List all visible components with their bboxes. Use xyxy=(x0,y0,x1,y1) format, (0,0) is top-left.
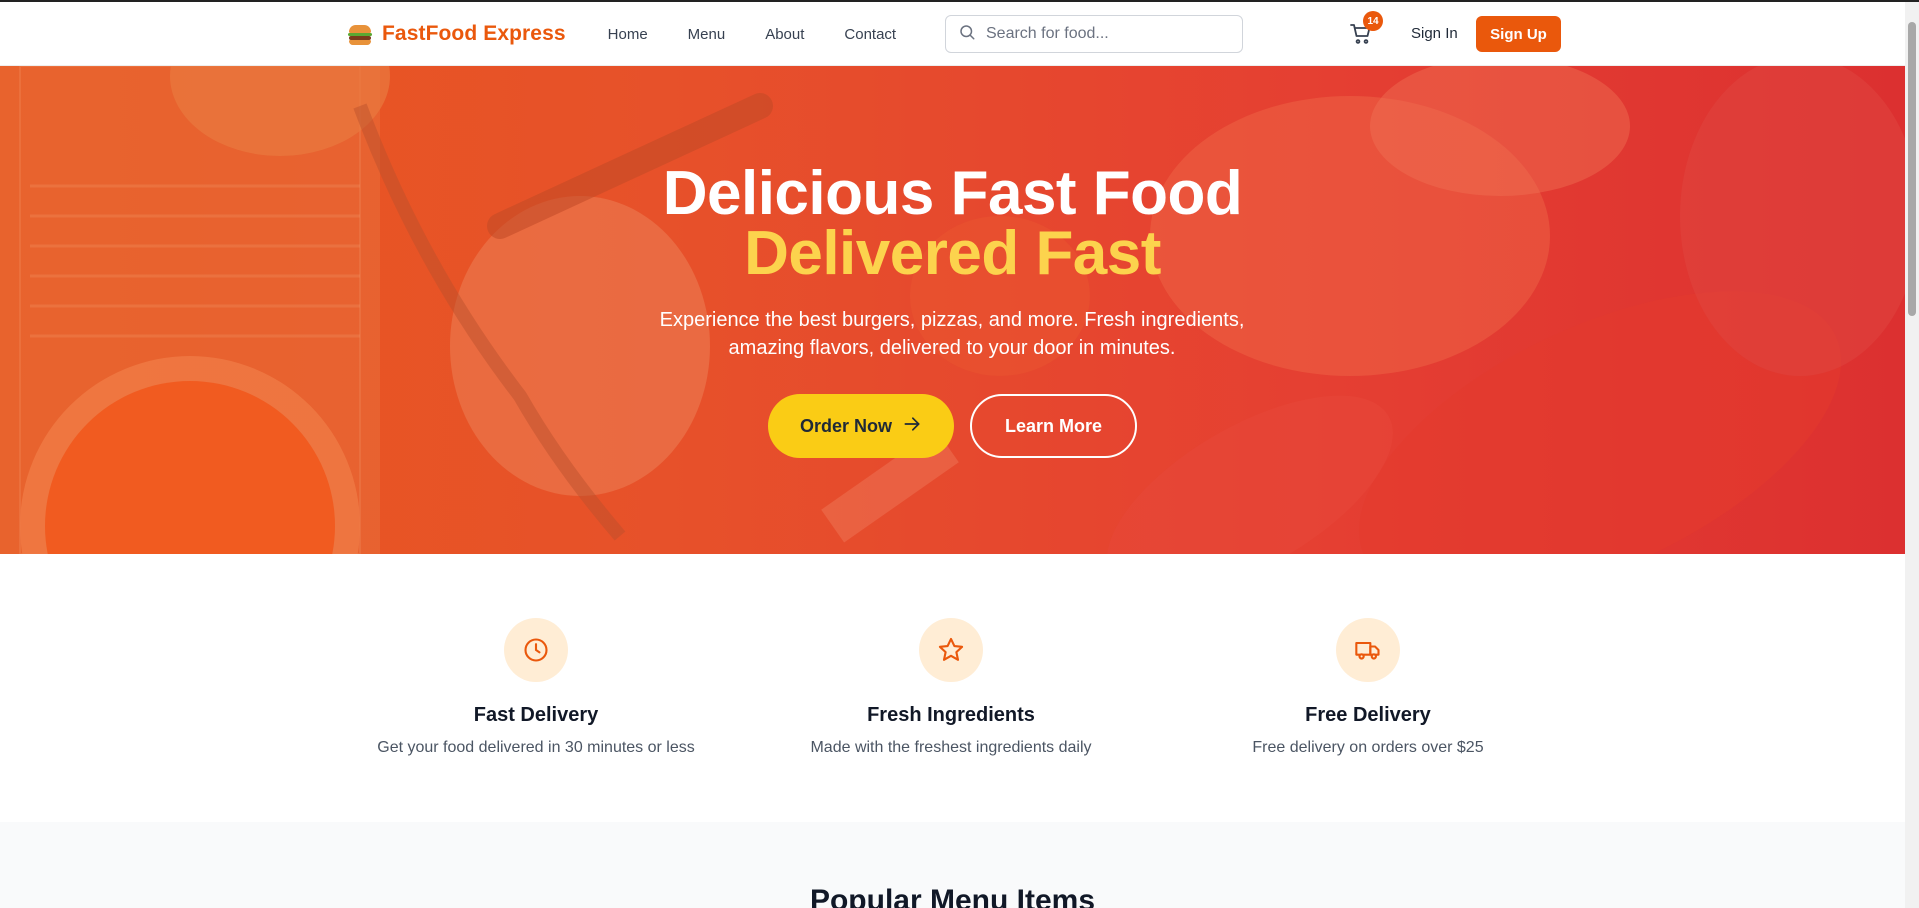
cart-button[interactable]: 14 xyxy=(1349,11,1383,50)
sign-in-button[interactable]: Sign In xyxy=(1411,25,1458,42)
feature-fresh-ingredients: Fresh Ingredients Made with the freshest… xyxy=(741,618,1161,757)
arrow-right-icon xyxy=(902,414,922,439)
page-scrollbar[interactable] xyxy=(1905,2,1919,908)
hero-section: Delicious Fast Food Delivered Fast Exper… xyxy=(0,66,1905,554)
learn-more-button[interactable]: Learn More xyxy=(970,394,1137,458)
search-icon xyxy=(958,23,976,46)
brand-logo-link[interactable]: FastFood Express xyxy=(348,22,566,46)
order-now-button[interactable]: Order Now xyxy=(768,394,954,458)
star-icon xyxy=(919,618,983,682)
features-section: Fast Delivery Get your food delivered in… xyxy=(0,554,1905,822)
navbar-inner: FastFood Express Home Menu About Contact… xyxy=(348,2,1562,66)
clock-icon xyxy=(504,618,568,682)
sign-up-button[interactable]: Sign Up xyxy=(1476,16,1561,52)
hero-content: Delicious Fast Food Delivered Fast Exper… xyxy=(0,66,1905,554)
nav-link-home[interactable]: Home xyxy=(608,26,648,43)
navbar: FastFood Express Home Menu About Contact… xyxy=(0,2,1905,66)
feature-title: Free Delivery xyxy=(1305,704,1431,726)
cart-count-badge: 14 xyxy=(1363,11,1383,31)
popular-menu-title: Popular Menu Items xyxy=(809,884,1096,908)
feature-fast-delivery: Fast Delivery Get your food delivered in… xyxy=(326,618,746,757)
nav-link-contact[interactable]: Contact xyxy=(844,26,896,43)
burger-icon xyxy=(348,23,372,45)
popular-menu-section: Popular Menu Items xyxy=(0,822,1905,908)
order-now-label: Order Now xyxy=(799,415,892,436)
scrollbar-thumb[interactable] xyxy=(1908,22,1916,316)
feature-description: Made with the freshest ingredients daily xyxy=(810,739,1092,756)
nav-links: Home Menu About Contact xyxy=(608,26,896,43)
search-box[interactable] xyxy=(945,15,1243,53)
brand-name: FastFood Express xyxy=(382,22,566,45)
feature-free-delivery: Free Delivery Free delivery on orders ov… xyxy=(1158,618,1578,757)
cart-icon xyxy=(1349,24,1373,50)
truck-icon xyxy=(1336,618,1400,682)
feature-description: Free delivery on orders over $25 xyxy=(1252,739,1484,756)
hero-subtitle: Experience the best burgers, pizzas, and… xyxy=(659,309,1245,359)
feature-title: Fast Delivery xyxy=(473,704,599,726)
feature-title: Fresh Ingredients xyxy=(867,704,1035,726)
feature-description: Get your food delivered in 30 minutes or… xyxy=(377,739,695,756)
nav-link-menu[interactable]: Menu xyxy=(688,26,726,43)
nav-link-about[interactable]: About xyxy=(765,26,804,43)
hero-title-line2: Delivered Fast xyxy=(744,219,1161,288)
search-input[interactable] xyxy=(986,25,1236,43)
